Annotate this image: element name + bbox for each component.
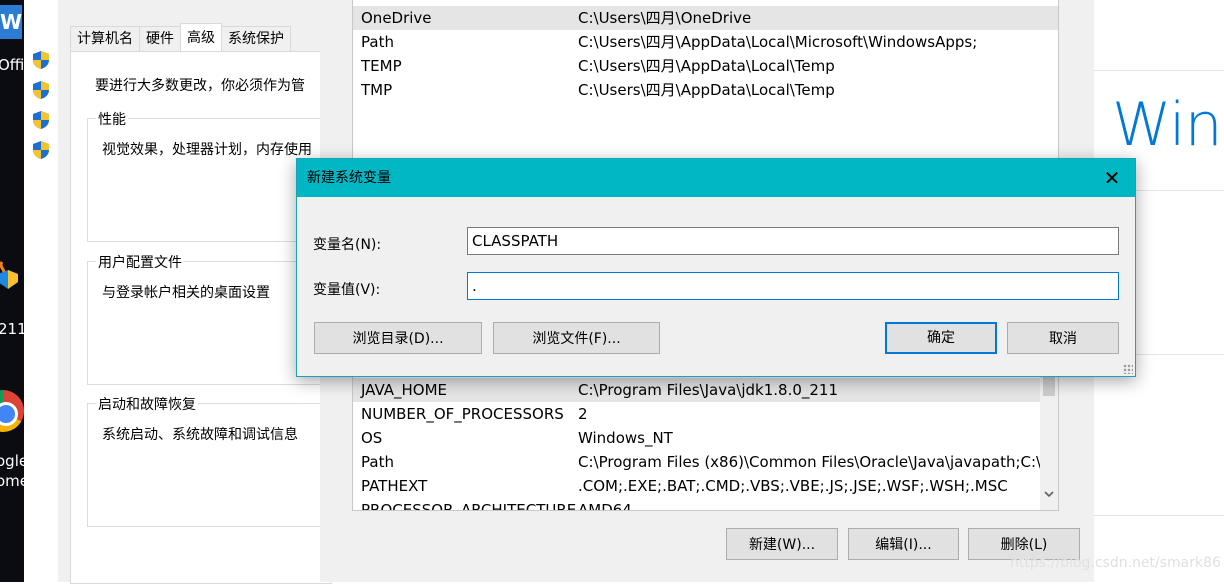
variable-name: OneDrive [361,9,432,27]
new-system-variable-dialog: 新建系统变量 ✕ 变量名(N): CLASSPATH 变量值(V): . 浏览目… [296,158,1136,377]
variable-name: NUMBER_OF_PROCESSORS [361,405,564,423]
variable-name: Path [361,453,394,471]
variable-value: C:\Users\四月\AppData\Local\Microsoft\Wind… [578,33,978,51]
word-icon[interactable]: W [0,5,22,39]
variable-value: C:\Program Files\Java\jdk1.8.0_211 [578,381,839,399]
variable-value: C:\Users\四月\AppData\Local\Temp [578,81,835,99]
variable-value: Windows_NT [578,429,673,447]
chrome-icon[interactable] [0,390,24,432]
variable-name: JAVA_HOME [361,381,448,399]
uac-shield-icon[interactable] [32,110,50,130]
browse-file-button[interactable]: 浏览文件(F)... [493,322,660,354]
divider [1094,70,1224,71]
system-properties-panel: 计算机名 硬件 高级 系统保护 要进行大多数更改，你必须作为管 性能 视觉效果，… [58,0,349,584]
desktop-strip: W Offi 211 ogle ome [0,0,24,582]
list-item[interactable]: OneDrive C:\Users\四月\OneDrive [353,6,1058,30]
variable-name: PROCESSOR_ARCHITECTURE [361,501,577,511]
group-description: 系统启动、系统故障和调试信息 [102,427,298,443]
variable-name: OS [361,429,383,447]
variable-value: C:\Users\四月\OneDrive [578,9,752,27]
intro-text: 要进行大多数更改，你必须作为管 [95,78,305,94]
desktop-label-office: Offi [0,56,24,74]
new-variable-button[interactable]: 新建(W)... [726,528,838,560]
tab-computer-name[interactable]: 计算机名 [70,26,140,51]
browse-directory-button[interactable]: 浏览目录(D)... [314,322,482,354]
variable-name: PATHEXT [361,477,428,495]
dialog-title: 新建系统变量 [307,170,391,186]
system-properties-window: 计算机名 硬件 高级 系统保护 要进行大多数更改，你必须作为管 性能 视觉效果，… [24,0,349,584]
list-item[interactable]: TMP C:\Users\四月\AppData\Local\Temp [353,78,1058,102]
close-icon[interactable]: ✕ [1089,159,1135,197]
edit-variable-button[interactable]: 编辑(I)... [848,528,959,560]
tab-body: 要进行大多数更改，你必须作为管 性能 视觉效果，处理器计划，内存使用 用户配置文… [70,51,349,584]
resize-grip[interactable] [1123,364,1133,374]
list-item[interactable]: OS Windows_NT [353,426,1040,450]
variable-name: Path [361,33,394,51]
group-title: 性能 [96,109,128,129]
group-description: 视觉效果，处理器计划，内存使用 [102,142,312,158]
list-item[interactable]: PATHEXT .COM;.EXE;.BAT;.CMD;.VBS;.VBE;.J… [353,474,1040,498]
cancel-button[interactable]: 取消 [1007,322,1119,354]
vertical-scrollbar[interactable] [1040,366,1058,510]
startup-recovery-group: 启动和故障恢复 系统启动、系统故障和调试信息 [87,394,349,527]
chevron-down-icon[interactable] [1044,490,1054,498]
variable-value: .COM;.EXE;.BAT;.CMD;.VBS;.VBE;.JS;.JSE;.… [578,477,1008,495]
tab-advanced[interactable]: 高级 [180,23,222,51]
system-variables-list[interactable]: JAVA_HOME C:\Program Files\Java\jdk1.8.0… [352,365,1059,511]
variable-value: 2 [578,405,588,423]
group-description: 与登录帐户相关的桌面设置 [102,285,270,301]
divider [1094,515,1224,516]
tab-system-protection[interactable]: 系统保护 [221,26,291,51]
variable-value: AMD64 [578,501,632,511]
scrollbar-thumb[interactable] [1043,374,1055,396]
list-item[interactable]: Path C:\Program Files (x86)\Common Files… [353,450,1040,474]
java-shield-icon[interactable] [0,260,22,290]
tab-hardware[interactable]: 硬件 [139,26,181,51]
group-title: 用户配置文件 [96,252,184,272]
watermark: https://blog.csdn.net/smark86 [1010,555,1221,571]
list-item[interactable]: JAVA_HOME C:\Program Files\Java\jdk1.8.0… [353,378,1040,402]
list-item[interactable]: Path C:\Users\四月\AppData\Local\Microsoft… [353,30,1058,54]
uac-shield-icon[interactable] [32,140,50,160]
list-item[interactable]: PROCESSOR_ARCHITECTURE AMD64 [353,498,1040,511]
variable-value: C:\Program Files (x86)\Common Files\Orac… [578,453,1040,471]
variable-name-field[interactable]: CLASSPATH [467,227,1119,255]
windows-logo-text: Wind [1112,90,1224,160]
shield-column [24,0,58,582]
variable-name: TEMP [361,57,402,75]
tab-strip: 计算机名 硬件 高级 系统保护 [70,23,291,52]
desktop-label-chrome: ome [0,472,24,490]
uac-shield-icon[interactable] [32,80,50,100]
user-variables-list[interactable]: OneDrive C:\Users\四月\OneDrive Path C:\Us… [352,0,1059,162]
variable-value-label: 变量值(V): [313,282,381,298]
group-title: 启动和故障恢复 [96,394,198,414]
variable-name-label: 变量名(N): [313,237,382,253]
variable-value: C:\Users\四月\AppData\Local\Temp [578,57,835,75]
variable-value-field[interactable]: . [467,272,1119,300]
desktop-label-google: ogle [0,452,24,470]
uac-shield-icon[interactable] [32,50,50,70]
list-item[interactable]: NUMBER_OF_PROCESSORS 2 [353,402,1040,426]
ok-button[interactable]: 确定 [885,322,997,354]
variable-name: TMP [361,81,393,99]
list-item[interactable]: TEMP C:\Users\四月\AppData\Local\Temp [353,54,1058,78]
dialog-title-bar[interactable]: 新建系统变量 ✕ [297,159,1135,197]
desktop-label-java: 211 [0,320,24,338]
